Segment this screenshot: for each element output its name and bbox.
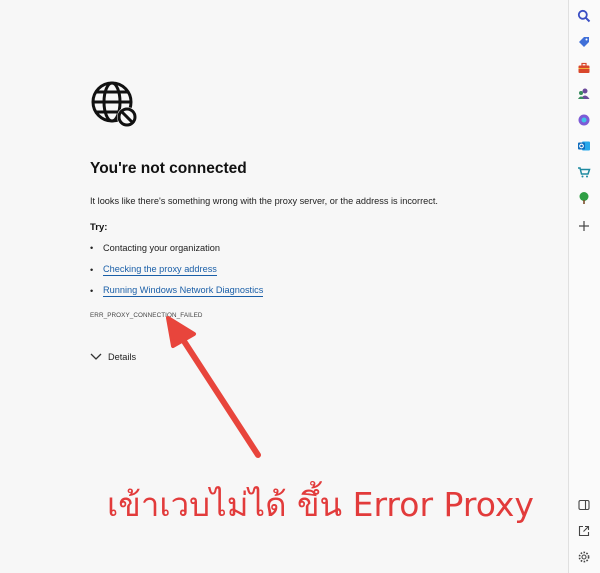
sidebar-copilot-button[interactable]: [575, 111, 593, 129]
sidebar-search-button[interactable]: [575, 7, 593, 25]
check-proxy-link[interactable]: Checking the proxy address: [103, 264, 217, 276]
page-title: You're not connected: [90, 160, 247, 177]
sidebar-shopping-button[interactable]: [575, 33, 593, 51]
chevron-down-icon: [90, 353, 102, 360]
search-icon: [577, 9, 591, 23]
sidebar-outlook-button[interactable]: [575, 137, 593, 155]
suggestion-network-diagnostics: • Running Windows Network Diagnostics: [90, 285, 264, 297]
error-page: You're not connected It looks like there…: [0, 0, 569, 573]
try-heading: Try:: [90, 222, 108, 233]
annotation-text: เข้าเวบไม่ได้ ขึ้น Error Proxy: [107, 485, 534, 524]
gear-icon: [578, 551, 590, 563]
add-icon: [579, 221, 589, 231]
copilot-icon: [578, 114, 590, 126]
external-link-icon: [578, 525, 590, 537]
sidebar-tree-button[interactable]: [575, 189, 593, 207]
outlook-icon: [578, 141, 590, 151]
tag-icon: [579, 37, 589, 47]
suggestion-contact-organization: • Contacting your organization: [90, 243, 220, 253]
suggestion-check-proxy: • Checking the proxy address: [90, 264, 217, 276]
sidebar-open-external-button[interactable]: [575, 522, 593, 540]
shopping-cart-icon: [578, 167, 591, 178]
toolbox-icon: [578, 62, 590, 73]
sidebar-people-button[interactable]: [575, 85, 593, 103]
sidebar-split-screen-button[interactable]: [575, 496, 593, 514]
globe-blocked-icon: [91, 81, 137, 127]
sidebar-cart-button[interactable]: [575, 163, 593, 181]
suggestion-label: Contacting your organization: [103, 243, 220, 253]
bullet: •: [90, 286, 94, 296]
error-code: ERR_PROXY_CONNECTION_FAILED: [90, 312, 203, 319]
people-icon: [578, 88, 590, 99]
split-screen-icon: [578, 499, 590, 511]
sidebar-settings-button[interactable]: [575, 548, 593, 566]
bullet: •: [90, 243, 94, 253]
sidebar-add-button[interactable]: [575, 217, 593, 235]
details-label: Details: [108, 352, 137, 362]
bullet: •: [90, 265, 94, 275]
edge-sidebar: [569, 0, 600, 573]
tree-icon: [579, 192, 589, 204]
error-description: It looks like there's something wrong wi…: [90, 196, 438, 206]
sidebar-tools-button[interactable]: [575, 59, 593, 77]
details-toggle[interactable]: Details: [90, 352, 136, 362]
network-diagnostics-link[interactable]: Running Windows Network Diagnostics: [103, 285, 264, 297]
